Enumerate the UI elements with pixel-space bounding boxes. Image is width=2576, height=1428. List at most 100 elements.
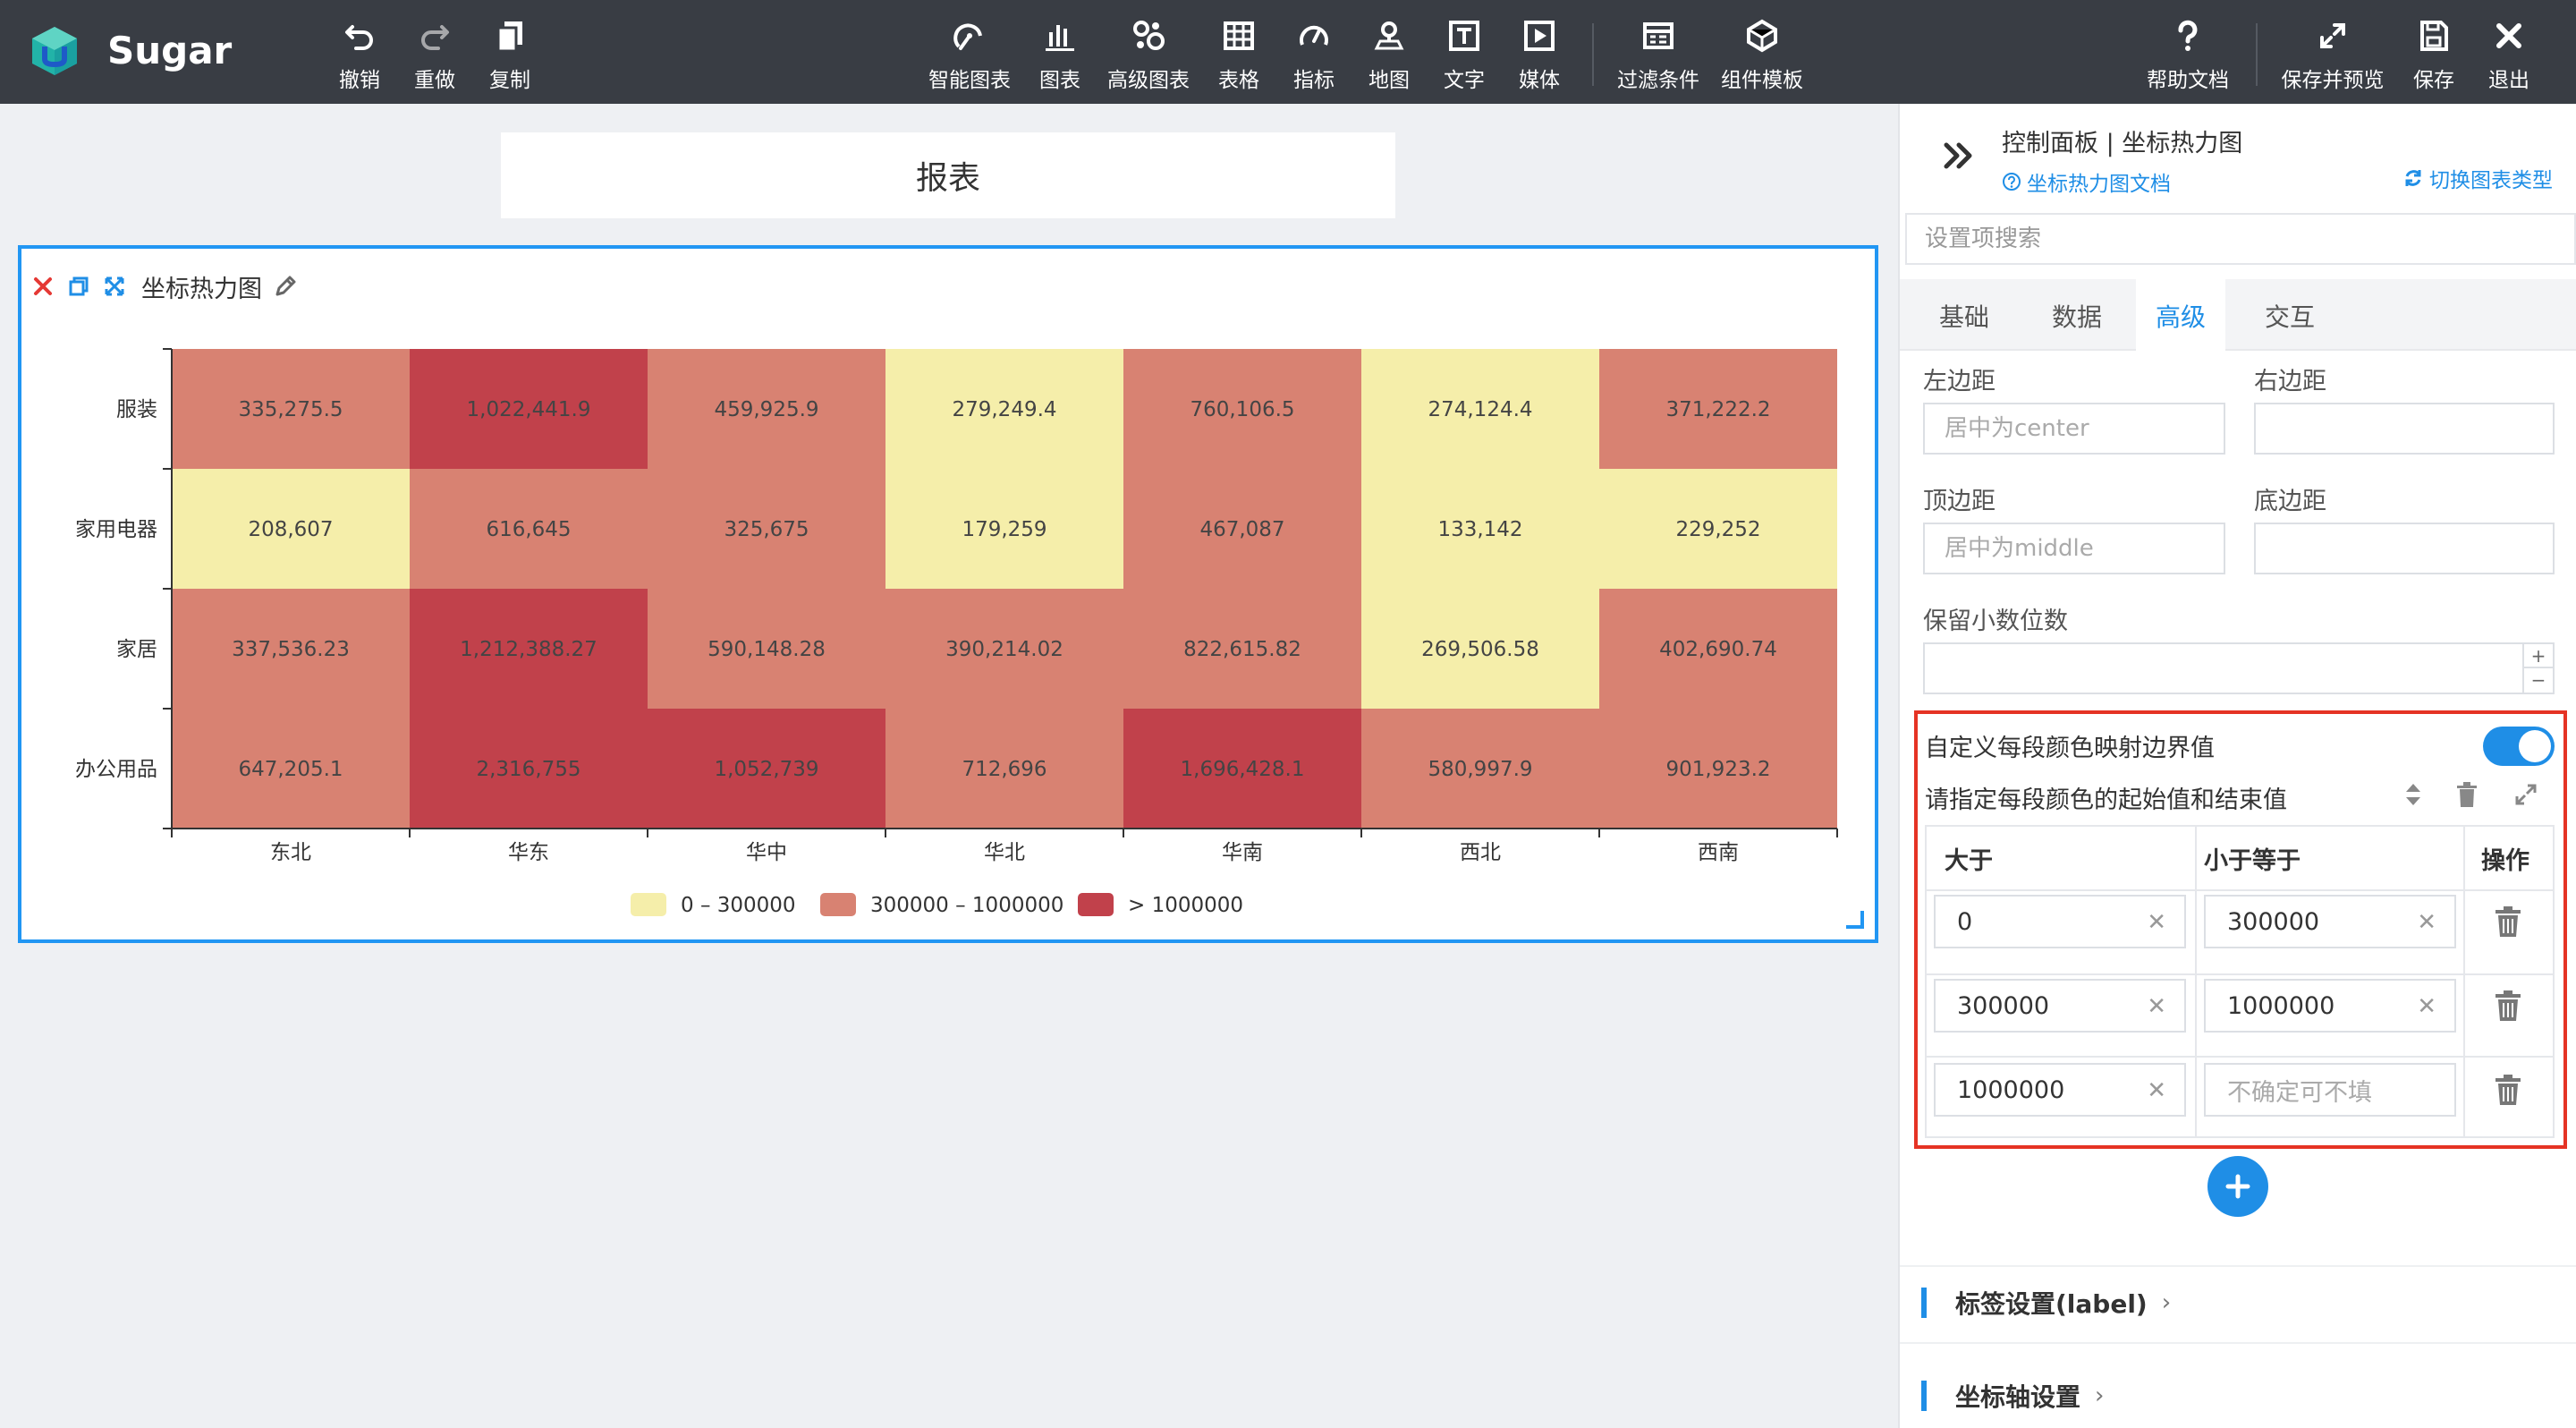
bottom-margin-input[interactable] [2254, 523, 2555, 574]
tab-interaction[interactable]: 交互 [2234, 279, 2345, 353]
right-margin-label: 右边距 [2254, 368, 2326, 395]
col-header-lte: 小于等于 [2204, 846, 2301, 875]
piece-gt-input[interactable]: 0 ✕ [1934, 895, 2186, 948]
cell-value-label: 760,106.5 [1190, 398, 1294, 421]
piece-lte-input[interactable]: 1000000 ✕ [2204, 979, 2456, 1033]
delete-row-trash-icon[interactable] [2493, 989, 2523, 1023]
filter-button[interactable]: 过滤条件 [1615, 16, 1701, 93]
redo-button[interactable]: 重做 [408, 16, 462, 93]
legend-swatch [631, 893, 666, 916]
clear-input-icon[interactable]: ✕ [2147, 911, 2166, 934]
tab-advanced[interactable]: 高级 [2136, 279, 2225, 353]
clear-input-icon[interactable]: ✕ [2147, 995, 2166, 1018]
right-margin-input[interactable] [2254, 403, 2555, 455]
exit-button[interactable]: 退出 [2487, 16, 2531, 93]
cell-value-label: 337,536.23 [232, 638, 350, 661]
cell-value-label: 467,087 [1199, 518, 1284, 541]
decimals-stepper[interactable]: + − [2522, 644, 2553, 693]
collapse-panel-icon[interactable] [1939, 136, 1979, 175]
piece-lte-input[interactable]: 不确定可不填 [2204, 1063, 2456, 1117]
expand-editor-icon[interactable] [2510, 778, 2542, 811]
tab-data[interactable]: 数据 [2029, 279, 2125, 353]
x-tick-label: 东北 [270, 841, 311, 864]
label-settings-section[interactable]: 标签设置(label) › [1921, 1285, 2171, 1321]
axis-settings-section[interactable]: 坐标轴设置 › [1921, 1378, 2104, 1414]
media-button[interactable]: 媒体 [1517, 16, 1562, 93]
help-button[interactable]: 帮助文档 [2145, 16, 2231, 93]
report-canvas: 报表 坐标热力图 335,275.5 1,022,441.9 459,925.9 27… [0, 104, 1896, 1428]
heatmap-widget[interactable]: 坐标热力图 335,275.5 1,022,441.9 459,925.9 279,2… [18, 245, 1878, 943]
y-tick-label: 办公用品 [75, 758, 157, 781]
sugar-logo-icon [32, 27, 77, 75]
indicator-button[interactable]: 指标 [1292, 16, 1336, 93]
map-button[interactable]: 地图 [1367, 16, 1411, 93]
refresh-icon [2405, 170, 2421, 186]
x-tick-label: 华中 [746, 841, 787, 864]
bottom-margin-label: 底边距 [2254, 488, 2326, 515]
decimals-input[interactable] [1923, 642, 2555, 694]
panel-header: 控制面板 | 坐标热力图 坐标热力图文档 切换图表类型 [1900, 104, 2576, 209]
smart-chart-button[interactable]: 智能图表 [927, 16, 1013, 93]
heatmap-chart: 335,275.5 1,022,441.9 459,925.9 279,249.4 76… [75, 348, 1838, 917]
template-button[interactable]: 组件模板 [1719, 16, 1805, 93]
resize-handle[interactable] [1846, 911, 1864, 929]
x-tick-label: 华南 [1222, 841, 1263, 864]
bar-chart-icon [1046, 25, 1074, 51]
chart-doc-link[interactable]: 坐标热力图文档 [2002, 166, 2171, 197]
text-button[interactable]: 文字 [1442, 16, 1487, 93]
cell-value-label: 1,212,388.27 [460, 638, 597, 661]
top-toolbar: Sugar 撤销 重做 复制 智能图表 图表 高级图表 表格 指标 地图 文字 [0, 0, 2576, 104]
cell-value-label: 1,696,428.1 [1181, 758, 1305, 781]
sort-icon[interactable] [2397, 778, 2429, 811]
switch-chart-type-link[interactable]: 切换图表类型 [2402, 163, 2553, 193]
piece-lte-input[interactable]: 300000 ✕ [2204, 895, 2456, 948]
media-icon [1524, 21, 1555, 51]
toolbar-divider [1592, 23, 1594, 86]
cell-value-label: 179,259 [962, 518, 1046, 541]
help-icon [2178, 20, 2198, 51]
clear-input-icon[interactable]: ✕ [2417, 995, 2436, 1018]
cell-value-label: 371,222.2 [1665, 398, 1770, 421]
add-piece-button[interactable] [2207, 1156, 2268, 1217]
delete-row-trash-icon[interactable] [2493, 905, 2523, 939]
col-header-gt: 大于 [1945, 846, 1993, 875]
copy-button[interactable]: 复制 [483, 16, 537, 93]
piece-gt-input[interactable]: 1000000 ✕ [1934, 1063, 2186, 1117]
text-icon [1449, 21, 1479, 51]
cell-value-label: 208,607 [248, 518, 333, 541]
clear-input-icon[interactable]: ✕ [2417, 911, 2436, 934]
advanced-chart-icon [1133, 21, 1165, 50]
cell-value-label: 616,645 [486, 518, 571, 541]
advanced-chart-button[interactable]: 高级图表 [1106, 16, 1191, 93]
custom-pieces-toggle[interactable] [2483, 727, 2555, 766]
question-circle-icon [2003, 173, 2021, 191]
toolbar-divider-right [2256, 23, 2258, 86]
plus-icon [2225, 1174, 2250, 1199]
save-preview-button[interactable]: 保存并预览 [2279, 16, 2386, 93]
col-header-op: 操作 [2481, 846, 2529, 875]
cell-value-label: 459,925.9 [714, 398, 818, 421]
cell-value-label: 1,052,739 [714, 758, 818, 781]
chevron-right-icon: › [2095, 1382, 2105, 1409]
template-icon [1747, 19, 1777, 53]
cell-value-label: 901,923.2 [1665, 758, 1770, 781]
undo-button[interactable]: 撤销 [333, 16, 386, 93]
top-margin-input[interactable] [1923, 523, 2225, 574]
chart-button[interactable]: 图表 [1038, 16, 1082, 93]
cell-value-label: 647,205.1 [238, 758, 343, 781]
report-title[interactable]: 报表 [501, 132, 1395, 218]
piece-gt-input[interactable]: 300000 ✕ [1934, 979, 2186, 1033]
decimals-label: 保留小数位数 [1923, 608, 2068, 635]
legend-label: > 1000000 [1128, 894, 1243, 917]
save-button[interactable]: 保存 [2411, 16, 2456, 93]
clear-all-trash-icon[interactable] [2451, 778, 2483, 811]
tab-basic[interactable]: 基础 [1900, 279, 2029, 353]
decrement-icon[interactable]: − [2524, 668, 2553, 691]
delete-row-trash-icon[interactable] [2493, 1073, 2523, 1107]
left-margin-input[interactable] [1923, 403, 2225, 455]
table-button[interactable]: 表格 [1216, 16, 1261, 93]
increment-icon[interactable]: + [2524, 644, 2553, 668]
clear-input-icon[interactable]: ✕ [2147, 1079, 2166, 1102]
settings-search-input[interactable] [1905, 213, 2576, 265]
filter-icon [1643, 22, 1674, 49]
